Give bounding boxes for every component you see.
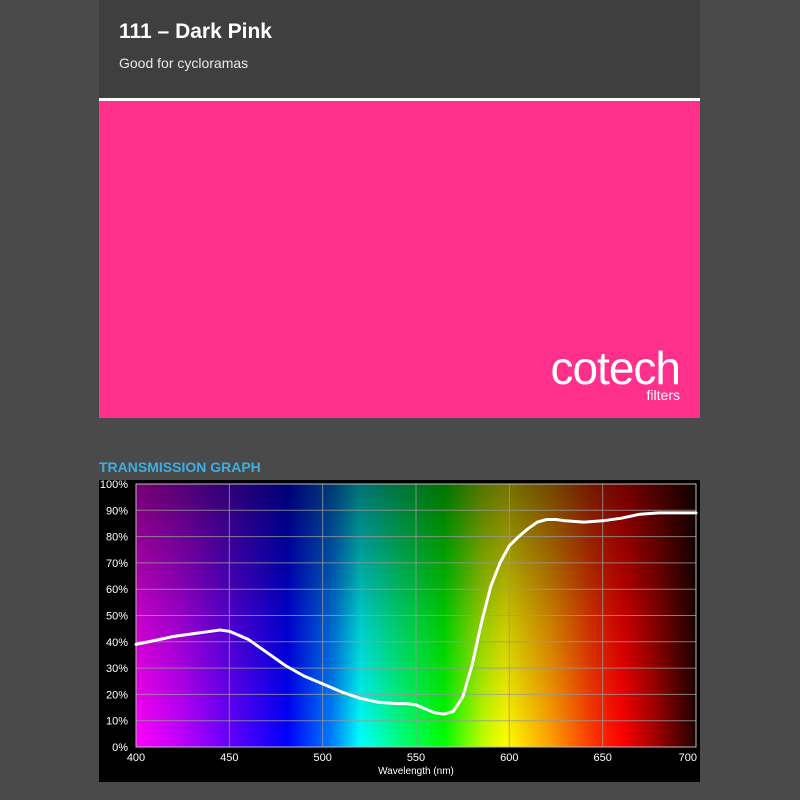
x-tick-label: 450	[220, 752, 238, 764]
y-tick-label: 20%	[106, 689, 128, 701]
brand-name: cotech	[550, 342, 681, 394]
x-tick-label: 650	[593, 752, 611, 764]
filter-subtitle: Good for cycloramas	[119, 55, 249, 71]
x-tick-label: 400	[127, 752, 145, 764]
graph-title: TRANSMISSION GRAPH	[99, 459, 261, 475]
y-tick-label: 0%	[112, 742, 128, 754]
x-axis-ticks: 400 450 500 550 600 650 700	[127, 752, 697, 764]
color-swatch: cotech filters	[99, 101, 700, 418]
y-tick-label: 100%	[100, 480, 128, 491]
y-tick-label: 50%	[106, 611, 128, 623]
y-tick-label: 60%	[106, 584, 128, 596]
x-tick-label: 550	[407, 752, 425, 764]
x-axis-label: Wavelength (nm)	[378, 766, 454, 777]
header-panel: 111 – Dark Pink Good for cycloramas	[99, 0, 700, 98]
x-tick-label: 600	[500, 752, 518, 764]
y-tick-label: 10%	[106, 716, 128, 728]
y-tick-label: 80%	[106, 532, 128, 544]
y-tick-label: 90%	[106, 505, 128, 517]
y-tick-label: 30%	[106, 663, 128, 675]
x-tick-label: 500	[313, 752, 331, 764]
y-tick-label: 70%	[106, 558, 128, 570]
transmission-chart: 0% 10% 20% 30% 40% 50% 60% 70% 80% 90% 100% 400 450…	[99, 480, 700, 782]
x-tick-label: 700	[679, 752, 697, 764]
y-tick-label: 40%	[106, 637, 128, 649]
y-axis-ticks: 0% 10% 20% 30% 40% 50% 60% 70% 80% 90% 100%	[100, 480, 128, 754]
brand-logo: cotech filters	[550, 342, 681, 402]
filter-title: 111 – Dark Pink	[119, 20, 272, 43]
chart-svg: 0% 10% 20% 30% 40% 50% 60% 70% 80% 90% 100% 400 450…	[100, 480, 698, 777]
